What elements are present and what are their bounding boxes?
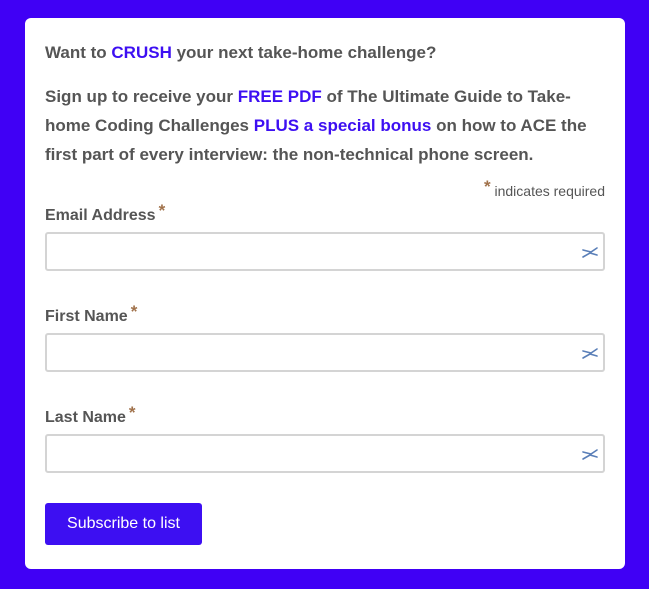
first-name-required-asterisk: * [130, 302, 138, 321]
first-name-label-text: First Name [45, 308, 128, 325]
first-name-label: First Name * [45, 302, 605, 327]
headline-accent: CRUSH [111, 43, 172, 62]
last-name-input[interactable] [45, 434, 605, 473]
intro-part-1: Sign up to receive your [45, 87, 238, 106]
first-name-input-wrap [45, 333, 605, 372]
last-name-field-group: Last Name * [45, 403, 605, 473]
autofill-key-icon[interactable] [581, 345, 599, 361]
headline: Want to CRUSH your next take-home challe… [45, 40, 605, 66]
subscribe-button[interactable]: Subscribe to list [45, 503, 202, 545]
intro-accent-free-pdf: FREE PDF [237, 87, 322, 106]
email-input[interactable] [45, 232, 605, 271]
autofill-key-icon[interactable] [581, 446, 599, 462]
required-note: * indicates required [45, 178, 605, 200]
email-field-group: Email Address * [45, 201, 605, 271]
headline-text-after: your next take-home challenge? [171, 43, 437, 62]
email-required-asterisk: * [158, 201, 166, 220]
email-label: Email Address * [45, 201, 605, 226]
first-name-field-group: First Name * [45, 302, 605, 372]
last-name-input-wrap [45, 434, 605, 473]
last-name-label-text: Last Name [45, 409, 126, 426]
required-note-text: indicates required [490, 183, 605, 199]
signup-form: Email Address* First Name* Last Name* [45, 201, 605, 545]
autofill-key-icon[interactable] [581, 244, 599, 260]
email-label-text: Email Address [45, 207, 156, 224]
last-name-required-asterisk: * [128, 403, 136, 422]
required-asterisk: * [483, 177, 491, 196]
last-name-label: Last Name * [45, 403, 605, 428]
first-name-input[interactable] [45, 333, 605, 372]
intro-accent-bonus: PLUS a special bonus [253, 116, 432, 135]
intro-text: Sign up to receive your FREE PDF of The … [45, 82, 605, 169]
email-input-wrap [45, 232, 605, 271]
signup-card: Want to CRUSH your next take-home challe… [25, 18, 625, 569]
headline-text-before: Want to [45, 43, 112, 62]
